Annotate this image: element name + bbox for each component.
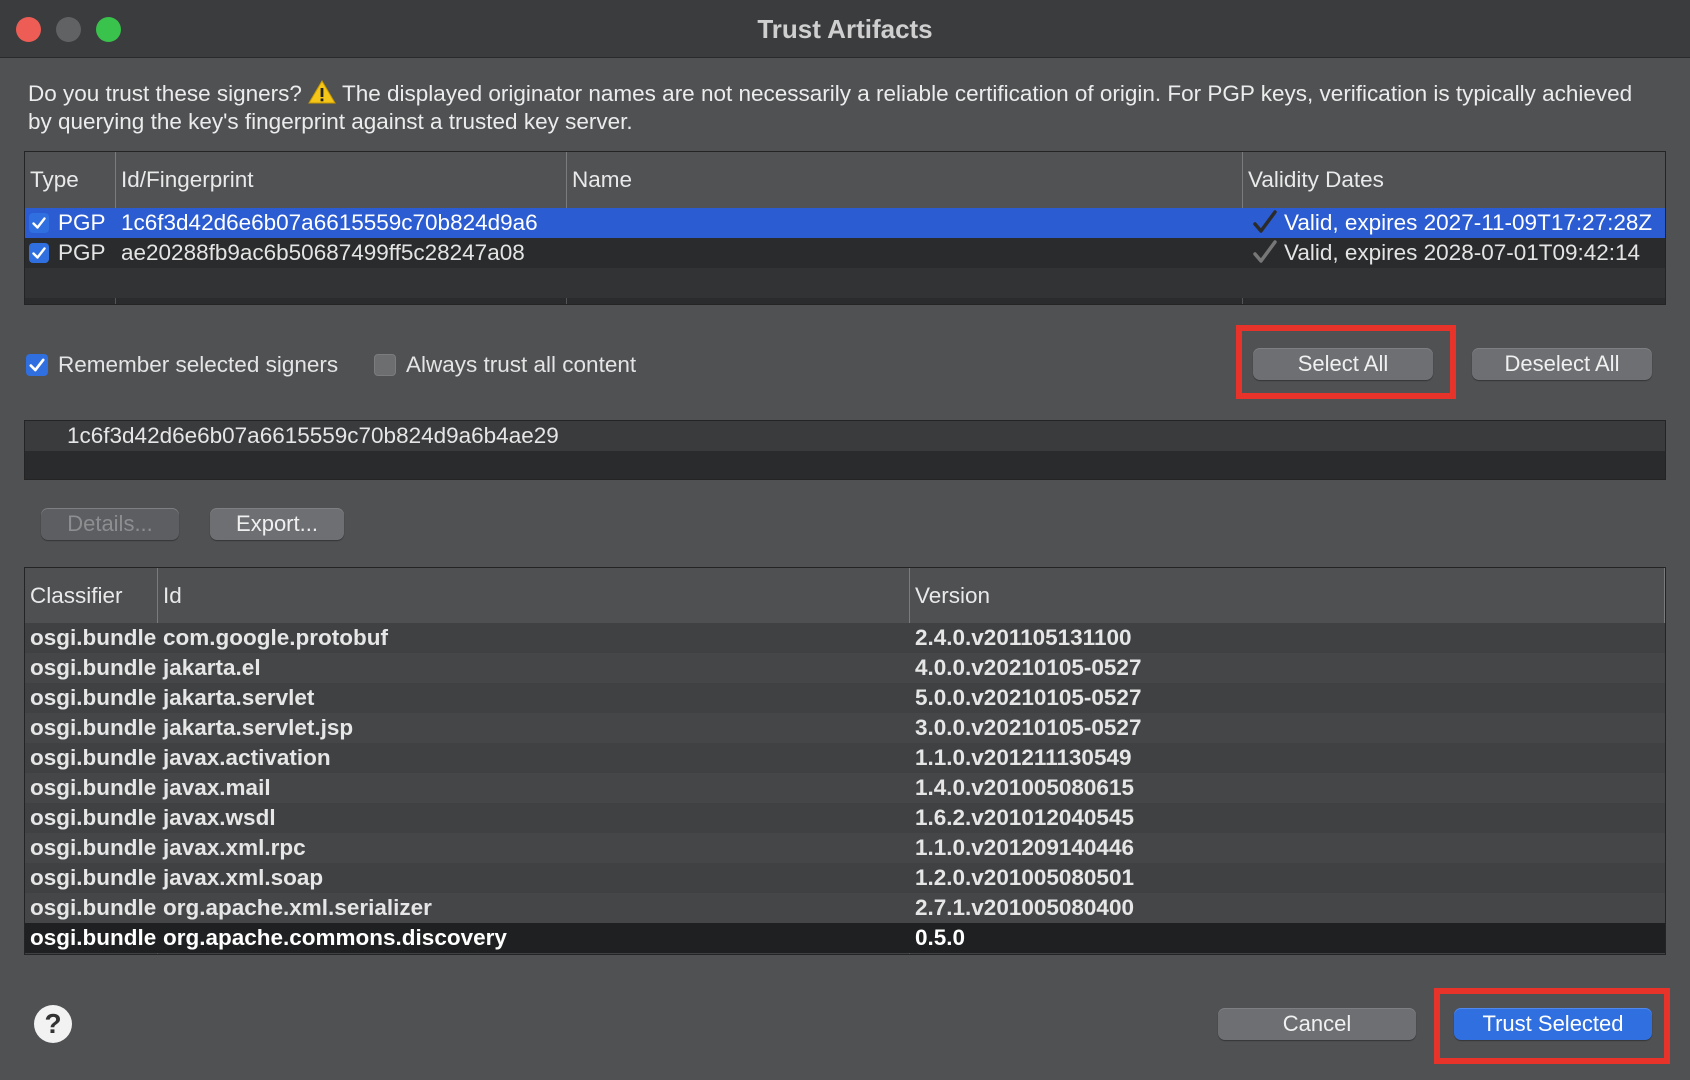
trust-artifacts-dialog: Trust Artifacts Do you trust these signe… <box>0 0 1690 1080</box>
artifact-row[interactable]: osgi.bundle javax.xml.rpc 1.1.0.v201209140… <box>25 833 1665 863</box>
artifact-classifier: osgi.bundle <box>30 745 157 770</box>
fingerprint-detail-value: 1c6f3d42d6e6b07a6615559c70b824d9a6b4ae29 <box>67 423 559 448</box>
artifact-row[interactable]: osgi.bundle javax.xml.soap 1.2.0.v20100508… <box>25 863 1665 893</box>
always-trust-option[interactable]: Always trust all content <box>374 352 636 378</box>
valid-check-icon <box>1251 210 1279 236</box>
signer-checkbox[interactable] <box>29 243 49 263</box>
artifact-row[interactable]: osgi.bundle com.google.protobuf 2.4.0.v201… <box>25 623 1665 653</box>
artifact-version: 2.7.1.v201005080400 <box>915 895 1134 920</box>
trust-selected-highlight <box>1434 988 1670 1064</box>
artifact-row[interactable]: osgi.bundle org.apache.commons.discovery 0… <box>25 923 1665 953</box>
artifact-version: 1.1.0.v201209140446 <box>915 835 1134 860</box>
artifact-id: org.apache.xml.serializer <box>163 895 432 920</box>
artifact-version: 0.5.0 <box>915 925 966 950</box>
valid-check-icon <box>1251 240 1279 266</box>
artifact-classifier: osgi.bundle <box>30 925 157 950</box>
remember-signers-label: Remember selected signers <box>58 352 339 377</box>
fingerprint-detail-box: 1c6f3d42d6e6b07a6615559c70b824d9a6b4ae29 <box>24 420 1666 480</box>
artifact-id: jakarta.el <box>163 655 261 680</box>
warning-icon <box>308 80 337 104</box>
signer-type: PGP <box>58 210 106 235</box>
artifact-version: 1.6.2.v201012040545 <box>915 805 1134 830</box>
signer-type: PGP <box>58 240 106 265</box>
column-header-type[interactable]: Type <box>25 152 116 208</box>
column-header-name[interactable]: Name <box>567 152 1243 208</box>
trust-question: Do you trust these signers? <box>28 81 302 106</box>
artifact-classifier: osgi.bundle <box>30 895 157 920</box>
artifact-row[interactable]: osgi.bundle jakarta.el 4.0.0.v20210105-052… <box>25 653 1665 683</box>
artifact-version: 1.2.0.v201005080501 <box>915 865 1134 890</box>
artifact-version: 1.1.0.v201211130549 <box>915 745 1132 770</box>
window-title: Trust Artifacts <box>757 14 933 44</box>
signer-fingerprint: 1c6f3d42d6e6b07a6615559c70b824d9a6 <box>121 210 538 235</box>
artifact-id: jakarta.servlet <box>163 685 315 710</box>
help-button[interactable]: ? <box>34 1005 72 1043</box>
artifact-id: javax.xml.rpc <box>163 835 306 860</box>
artifact-version: 3.0.0.v20210105-0527 <box>915 715 1142 740</box>
artifact-classifier: osgi.bundle <box>30 715 157 740</box>
artifact-classifier: osgi.bundle <box>30 865 157 890</box>
artifacts-table: Classifier Id Version osgi.bundle com.goo… <box>24 567 1666 955</box>
signer-row[interactable]: PGP 1c6f3d42d6e6b07a6615559c70b824d9a6 V… <box>25 208 1665 238</box>
artifact-id: org.apache.commons.discovery <box>163 925 507 950</box>
column-header-version[interactable]: Version <box>910 568 1665 623</box>
artifact-id: com.google.protobuf <box>163 625 388 650</box>
artifact-classifier: osgi.bundle <box>30 805 157 830</box>
title-bar: Trust Artifacts <box>0 0 1690 58</box>
artifact-id: javax.wsdl <box>163 805 276 830</box>
artifact-version: 4.0.0.v20210105-0527 <box>915 655 1142 680</box>
signer-checkbox[interactable] <box>29 213 49 233</box>
artifact-version: 5.0.0.v20210105-0527 <box>915 685 1142 710</box>
help-icon: ? <box>44 1008 62 1039</box>
export-button[interactable]: Export... <box>210 508 344 540</box>
signers-table: Type Id/Fingerprint Name Validity Dates … <box>24 151 1666 305</box>
signers-table-header: Type Id/Fingerprint Name Validity Dates <box>25 152 1665 208</box>
signer-name <box>567 208 1243 238</box>
always-trust-checkbox[interactable] <box>374 354 396 376</box>
always-trust-label: Always trust all content <box>406 352 637 377</box>
artifact-version: 1.4.0.v201005080615 <box>915 775 1134 800</box>
column-header-fingerprint[interactable]: Id/Fingerprint <box>116 152 567 208</box>
details-button[interactable]: Details... <box>41 508 179 540</box>
artifact-classifier: osgi.bundle <box>30 685 157 710</box>
column-header-classifier[interactable]: Classifier <box>25 568 158 623</box>
artifact-id: javax.mail <box>163 775 271 800</box>
artifact-classifier: osgi.bundle <box>30 625 157 650</box>
artifact-version: 2.4.0.v201105131100 <box>915 625 1132 650</box>
signer-name <box>567 238 1243 268</box>
signer-validity: Valid, expires 2027-11-09T17:27:28Z <box>1284 210 1653 235</box>
deselect-all-button[interactable]: Deselect All <box>1472 348 1652 380</box>
remember-signers-option[interactable]: Remember selected signers <box>26 352 338 378</box>
cancel-button[interactable]: Cancel <box>1218 1008 1416 1040</box>
column-header-id[interactable]: Id <box>158 568 910 623</box>
signer-fingerprint: ae20288fb9ac6b50687499ff5c28247a08 <box>121 240 525 265</box>
artifact-row[interactable]: osgi.bundle javax.mail 1.4.0.v201005080615 <box>25 773 1665 803</box>
artifact-id: jakarta.servlet.jsp <box>163 715 354 740</box>
artifact-row[interactable]: osgi.bundle javax.activation 1.1.0.v201211… <box>25 743 1665 773</box>
artifact-id: javax.xml.soap <box>163 865 324 890</box>
trust-description: Do you trust these signers? The displaye… <box>28 80 1658 136</box>
select-all-highlight <box>1236 325 1456 399</box>
artifact-classifier: osgi.bundle <box>30 775 157 800</box>
artifact-row[interactable]: osgi.bundle jakarta.servlet 5.0.0.v2021010… <box>25 683 1665 713</box>
remember-signers-checkbox[interactable] <box>26 354 48 376</box>
artifact-classifier: osgi.bundle <box>30 835 157 860</box>
signer-row[interactable]: PGP ae20288fb9ac6b50687499ff5c28247a08 V… <box>25 238 1665 268</box>
signer-validity: Valid, expires 2028-07-01T09:42:14 <box>1284 240 1641 265</box>
column-header-validity[interactable]: Validity Dates <box>1243 152 1665 208</box>
artifact-id: javax.activation <box>163 745 331 770</box>
artifact-classifier: osgi.bundle <box>30 655 157 680</box>
artifact-row[interactable]: osgi.bundle jakarta.servlet.jsp 3.0.0.v202… <box>25 713 1665 743</box>
empty-row <box>25 268 1665 298</box>
artifact-row[interactable]: osgi.bundle org.apache.xml.serializer 2.7.… <box>25 893 1665 923</box>
artifacts-table-header: Classifier Id Version <box>25 568 1665 623</box>
artifact-row[interactable]: osgi.bundle javax.wsdl 1.6.2.v201012040545 <box>25 803 1665 833</box>
